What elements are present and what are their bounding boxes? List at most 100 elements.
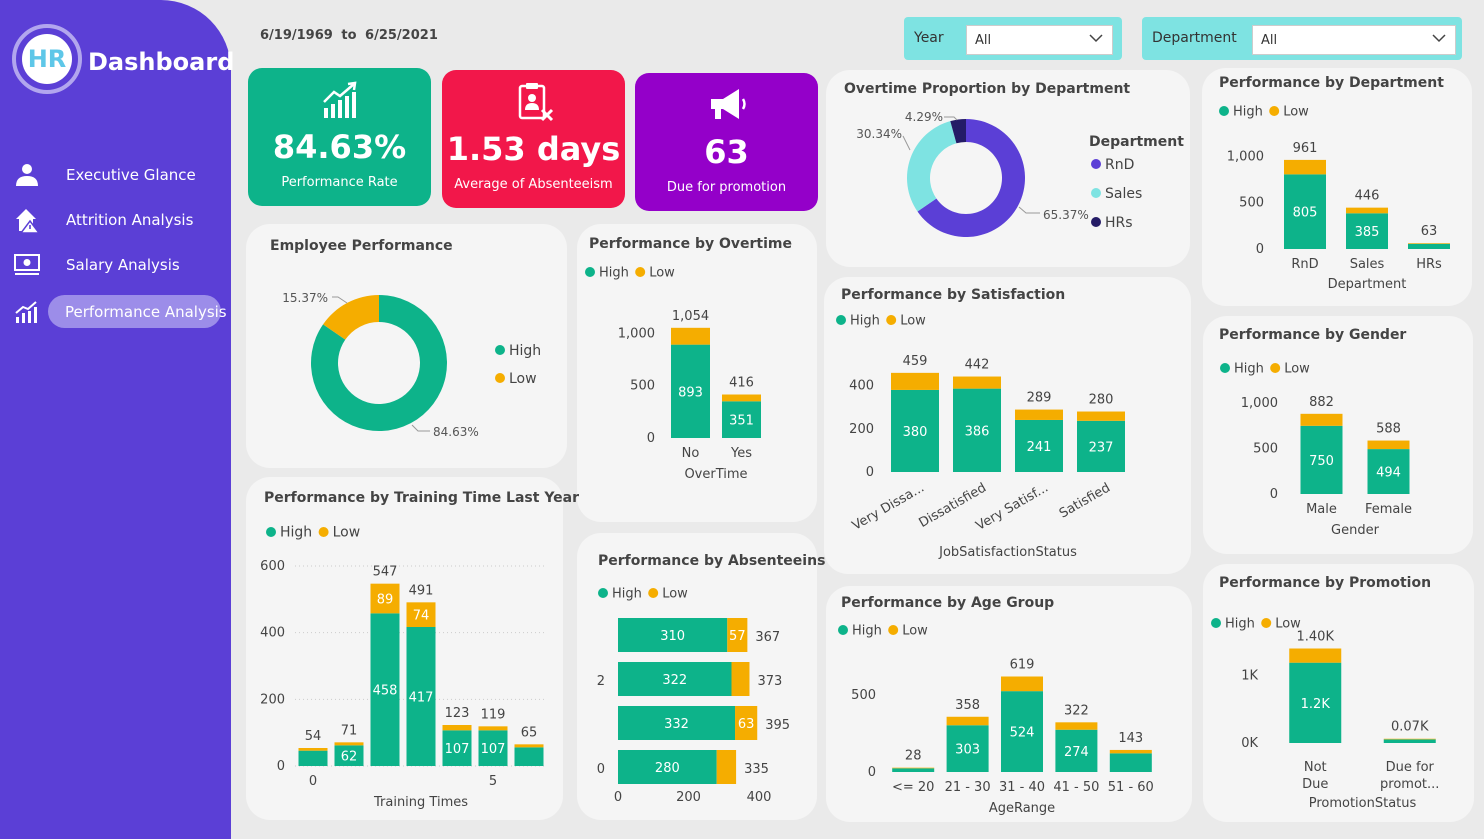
bar-high-label: 237	[1089, 440, 1114, 455]
y-tick-label: 500	[1239, 196, 1264, 211]
kpi-value: 63	[704, 133, 749, 171]
bar-low	[514, 744, 544, 748]
x-tick-label: HRs	[1416, 257, 1442, 272]
slice-label: 4.29%	[905, 110, 943, 124]
x-tick-label: 21 - 30	[945, 780, 991, 795]
bar-low-label: 57	[729, 629, 746, 644]
legend-high-label: High	[852, 624, 882, 639]
bar-total-label: 547	[373, 565, 398, 580]
brand-title: Dashboard	[88, 48, 235, 76]
bar-high-label: 241	[1027, 440, 1052, 455]
legend-label: HRs	[1105, 215, 1133, 231]
legend-low-label: Low	[333, 525, 361, 541]
x-tick-label: <= 20	[892, 780, 934, 795]
department-dropdown-value: All	[1261, 33, 1278, 48]
x-tick-label: No	[682, 446, 700, 461]
legend-low-marker	[495, 373, 505, 383]
legend-low-label: Low	[1284, 362, 1310, 377]
bar-total-label: 1,054	[672, 309, 709, 324]
bar-low	[946, 716, 989, 726]
y-tick-label: 400	[260, 626, 285, 641]
bar-total-label: 289	[1027, 391, 1052, 406]
x-tick-label: Sales	[1350, 257, 1385, 272]
x-tick-label: 0	[309, 774, 317, 789]
legend-high-label: High	[1225, 617, 1255, 632]
clipboard-x-icon	[518, 83, 553, 122]
age-chart: High Low 0 500 28 <= 20 303 358 21 - 30 524 619 31 …	[838, 624, 1154, 816]
bar-total-label: 71	[341, 723, 358, 738]
bar-total-label: 119	[481, 707, 506, 722]
bar-low	[1408, 243, 1450, 244]
bar-total-label: 491	[409, 583, 434, 598]
kpi-value: 84.63%	[272, 128, 407, 166]
y-tick-label: 1K	[1241, 669, 1258, 684]
kpi-label: Due for promotion	[666, 180, 787, 195]
nav-attrition-analysis[interactable]: Attrition Analysis	[0, 203, 231, 237]
bar-low	[1289, 648, 1342, 663]
bar-low	[891, 372, 939, 390]
legend-high-marker	[838, 625, 848, 635]
bar-high-label: 417	[409, 691, 434, 706]
date-separator: to	[341, 28, 357, 43]
promotion-chart: High Low0K1K1.2K1.40KNotDue0.07KDue forpr…	[1211, 617, 1439, 811]
y-tick-label: 2	[597, 674, 605, 689]
x-tick-label: 51 - 60	[1108, 780, 1154, 795]
y-tick-label: 1,000	[618, 326, 655, 341]
date-from: 6/19/1969	[260, 28, 333, 43]
bar-high-label: 351	[729, 414, 754, 429]
bar-high-label: 107	[481, 742, 506, 757]
kpi-label: Average of Absenteeism	[454, 177, 613, 192]
legend-marker	[1091, 188, 1101, 198]
card-employee-performance: Employee Performance 84.63% 15.37% High Low	[246, 224, 567, 468]
slice-label: 65.37%	[1043, 208, 1089, 222]
chevron-down-icon	[1089, 34, 1103, 43]
y-tick-label: 0K	[1241, 736, 1258, 751]
gender-chart: High Low 0 500 1,000 750 882 Male 494 588 Female Ge…	[1220, 362, 1412, 538]
overtime-proportion-chart: 65.37% 30.34%4.29% Department RnD Sales HRs	[856, 110, 1184, 237]
card-performance-by-absenteeism: Performance by Absenteeins High Low 310 57 3…	[577, 533, 825, 820]
legend-high-label: High	[280, 525, 312, 541]
card-overtime-proportion: Overtime Proportion by Department 65.37%…	[826, 70, 1190, 267]
trend-up-icon	[322, 81, 356, 118]
bar-total-label: 65	[521, 725, 538, 740]
legend-high-marker	[266, 527, 276, 537]
leader-line	[411, 424, 430, 432]
x-tick-label: Due for	[1386, 760, 1435, 775]
kpi-due-for-promotion: 63 Due for promotion	[635, 73, 818, 211]
nav-label: Performance Analysis	[65, 303, 227, 321]
bar-low	[1284, 159, 1326, 175]
card-performance-by-satisfaction: Performance by Satisfaction High Low 0 200 4…	[824, 277, 1191, 574]
bar-high-label: 280	[655, 761, 680, 776]
training-chart: High Low 0 200 400 600 54 0 62 71 458 89 547 417 74 491…	[260, 525, 547, 810]
department-dropdown[interactable]: All	[1252, 25, 1456, 55]
date-range: 6/19/1969 to 6/25/2021	[260, 28, 438, 43]
legend-low-marker	[888, 625, 899, 635]
x-axis-label: Training Times	[373, 795, 468, 810]
year-slicer-label: Year	[914, 30, 944, 46]
kpi-performance-rate: 84.63% Performance Rate	[248, 68, 431, 206]
nav-salary-analysis[interactable]: Salary Analysis	[0, 248, 231, 282]
bar-high-label: 386	[965, 424, 990, 439]
legend-low-marker	[1261, 618, 1272, 628]
y-tick-label: 500	[630, 379, 655, 394]
bar-high-label: 1.2K	[1301, 697, 1331, 712]
year-dropdown[interactable]: All	[966, 25, 1113, 55]
nav-executive-glance[interactable]: Executive Glance	[0, 158, 231, 192]
x-tick-label: Very Dissa...	[850, 480, 927, 533]
bar-total-label: 442	[965, 358, 990, 373]
nav-performance-analysis[interactable]: Performance Analysis	[0, 295, 231, 329]
chevron-down-icon	[1432, 34, 1446, 43]
bar-total-label: 446	[1355, 189, 1380, 204]
legend-label: Sales	[1105, 186, 1142, 202]
legend-low-label: Low	[649, 266, 675, 281]
chart-up-icon	[15, 301, 37, 323]
bar-total-label: 459	[903, 354, 928, 369]
y-tick-label: 500	[851, 688, 876, 703]
bar-high-label: 385	[1355, 225, 1380, 240]
x-tick-label: 41 - 50	[1053, 780, 1099, 795]
x-tick-label: Male	[1306, 502, 1337, 517]
legend-high-marker	[1220, 363, 1230, 373]
kpi-value: 1.53 days	[446, 130, 621, 168]
bar-low	[892, 767, 935, 769]
x-axis-label: AgeRange	[989, 801, 1055, 816]
